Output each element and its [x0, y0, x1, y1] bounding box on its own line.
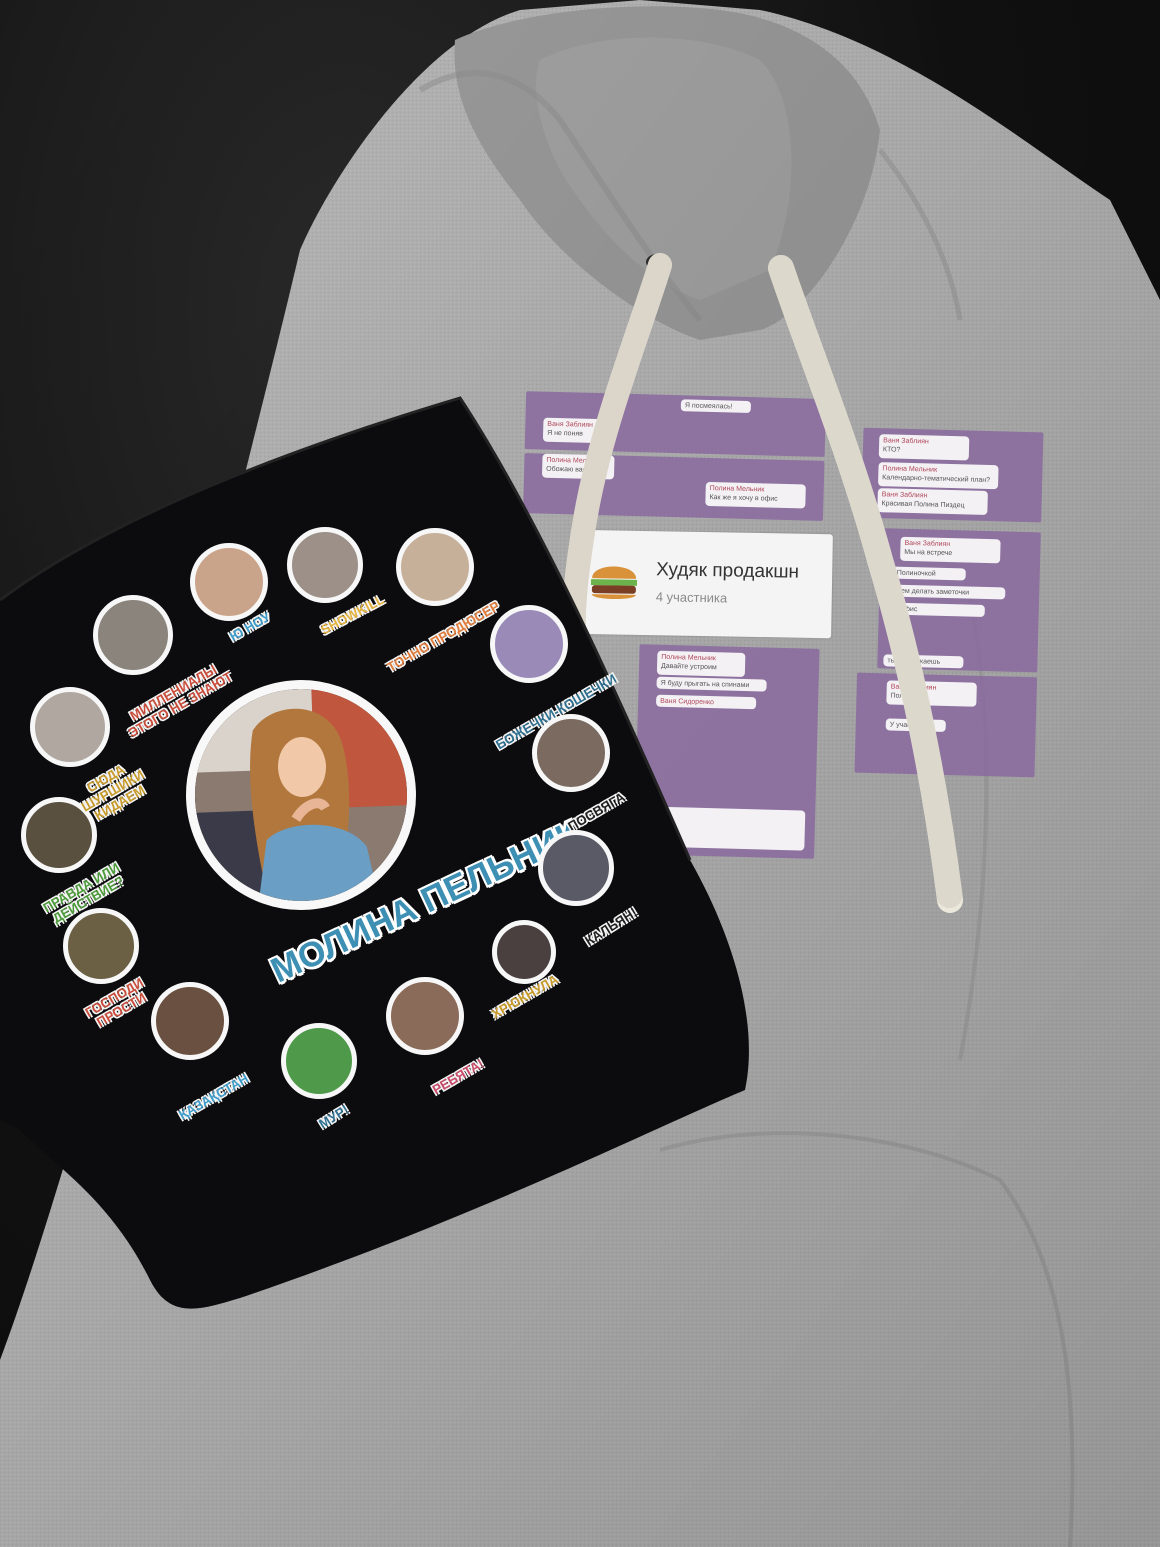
- sticker-avatar: [93, 595, 173, 675]
- sticker-avatar: [287, 527, 363, 603]
- sticker-avatar: [63, 908, 139, 984]
- sticker-avatar: [190, 543, 268, 621]
- sticker-avatar: [30, 687, 110, 767]
- sticker-avatar: [538, 830, 614, 906]
- sticker-avatar: [281, 1023, 357, 1099]
- sticker-avatar: [532, 714, 610, 792]
- sticker-avatar: [490, 605, 568, 683]
- sticker-avatar: [386, 977, 464, 1055]
- sticker-avatar: [151, 982, 229, 1060]
- sticker-avatar: [396, 528, 474, 606]
- photo-scene: Я посмеялась! Ваня Заблиян Я не поняв Пол…: [0, 0, 1160, 1547]
